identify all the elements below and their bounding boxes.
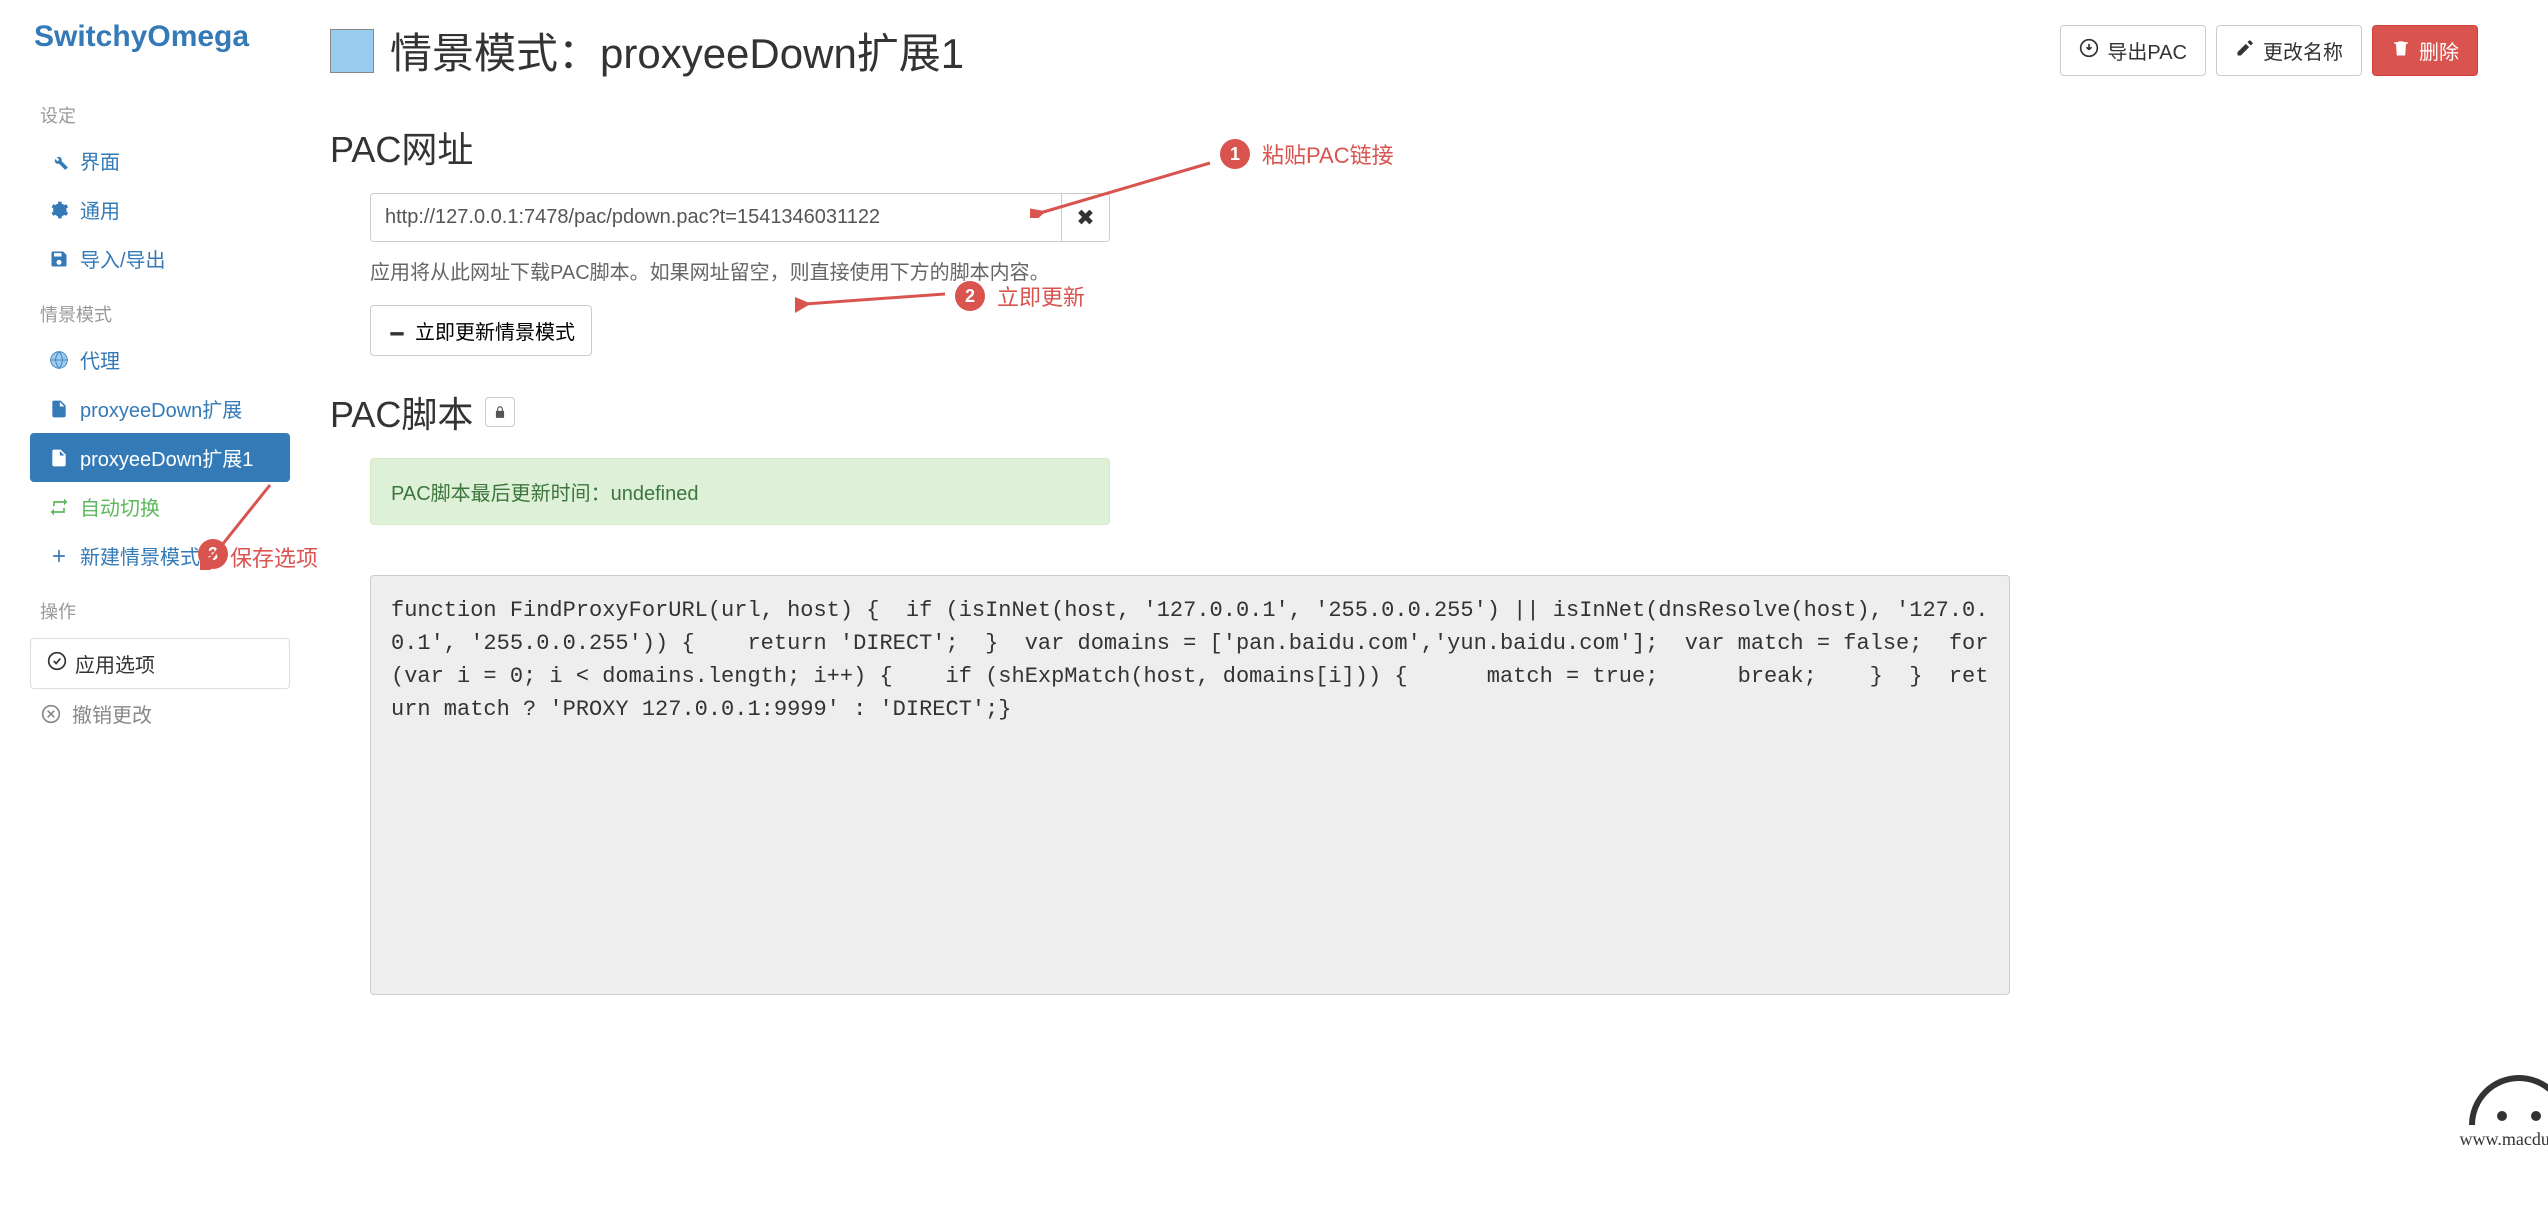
pac-script-editor[interactable]: function FindProxyForURL(url, host) { if… — [370, 575, 2010, 995]
update-label: 立即更新情景模式 — [415, 316, 575, 345]
trash-icon — [2391, 38, 2411, 64]
export-pac-label: 导出PAC — [2107, 36, 2187, 65]
nav-section-settings: 设定 — [30, 94, 290, 136]
revert-label: 撤销更改 — [72, 699, 152, 728]
header-row: 情景模式：proxyeeDown扩展1 导出PAC 更改名称 — [330, 20, 2478, 81]
pac-url-help: 应用将从此网址下载PAC脚本。如果网址留空，则直接使用下方的脚本内容。 — [370, 256, 2478, 285]
pac-url-input[interactable] — [370, 193, 1062, 242]
annotation-1: 1 粘贴PAC链接 — [1220, 138, 1394, 170]
nav-item-import-export[interactable]: 导入/导出 — [30, 234, 290, 283]
pac-url-input-group: ✖ — [370, 193, 1110, 242]
page-title: 情景模式：proxyeeDown扩展1 — [390, 20, 964, 81]
plus-icon — [48, 546, 70, 566]
nav-item-general[interactable]: 通用 — [30, 185, 290, 234]
file-icon — [48, 448, 70, 468]
watermark-text: www.macdu.org — [2460, 1129, 2548, 1150]
nav-label: proxyeeDown扩展 — [80, 394, 242, 423]
nav-item-proxyeedown1[interactable]: proxyeeDown扩展1 — [30, 433, 290, 482]
rename-label: 更改名称 — [2263, 36, 2343, 65]
profile-color-swatch[interactable] — [330, 29, 374, 73]
delete-button[interactable]: 删除 — [2372, 25, 2478, 76]
annotation-2: 2 立即更新 — [955, 280, 1085, 312]
annotation-badge-2: 2 — [955, 281, 985, 311]
pac-script-title: PAC脚本 — [330, 386, 2478, 438]
nav-section-profiles: 情景模式 — [30, 293, 290, 335]
nav-label: 自动切换 — [80, 492, 160, 521]
wrench-icon — [48, 151, 70, 171]
pac-url-title: PAC网址 — [330, 121, 2478, 173]
close-circle-icon — [40, 704, 62, 724]
delete-label: 删除 — [2419, 36, 2459, 65]
save-icon — [48, 249, 70, 269]
gear-icon — [48, 200, 70, 220]
nav-label: proxyeeDown扩展1 — [80, 443, 253, 472]
update-profile-button[interactable]: 立即更新情景模式 — [370, 305, 592, 356]
nav-label: 代理 — [80, 345, 120, 374]
annotation-badge-1: 1 — [1220, 139, 1250, 169]
apply-options-button[interactable]: 应用选项 — [30, 638, 290, 689]
nav-label: 通用 — [80, 195, 120, 224]
lock-icon[interactable] — [485, 397, 515, 427]
swap-icon — [48, 497, 70, 517]
nav-item-proxyeedown[interactable]: proxyeeDown扩展 — [30, 384, 290, 433]
nav-label: 界面 — [80, 146, 120, 175]
annotation-text-2: 立即更新 — [997, 280, 1085, 312]
rename-button[interactable]: 更改名称 — [2216, 25, 2362, 76]
title-group: 情景模式：proxyeeDown扩展1 — [330, 20, 964, 81]
watermark-face-icon — [2469, 1075, 2548, 1125]
main-content: 情景模式：proxyeeDown扩展1 导出PAC 更改名称 — [290, 20, 2518, 1190]
last-update-alert: PAC脚本最后更新时间：undefined — [370, 458, 1110, 525]
nav-item-interface[interactable]: 界面 — [30, 136, 290, 185]
globe-icon — [48, 350, 70, 370]
sidebar: SwitchyOmega 设定 界面 通用 导入/导出 情景模式 代理 — [30, 20, 290, 1190]
nav-item-proxy[interactable]: 代理 — [30, 335, 290, 384]
nav-section-actions: 操作 — [30, 590, 290, 632]
edit-icon — [2235, 38, 2255, 64]
brand-logo: SwitchyOmega — [30, 20, 290, 54]
check-icon — [47, 651, 67, 677]
annotation-text-1: 粘贴PAC链接 — [1262, 138, 1394, 170]
export-pac-button[interactable]: 导出PAC — [2060, 25, 2206, 76]
revert-changes-button[interactable]: 撤销更改 — [30, 689, 290, 738]
pac-script-title-text: PAC脚本 — [330, 386, 473, 438]
header-actions: 导出PAC 更改名称 删除 — [2060, 25, 2478, 76]
download-icon — [387, 318, 407, 344]
file-icon — [48, 399, 70, 419]
download-icon — [2079, 38, 2099, 64]
watermark: www.macdu.org — [2460, 1075, 2548, 1150]
apply-label: 应用选项 — [75, 649, 155, 678]
annotation-arrow-3 — [200, 480, 280, 570]
nav-label: 导入/导出 — [80, 244, 166, 273]
